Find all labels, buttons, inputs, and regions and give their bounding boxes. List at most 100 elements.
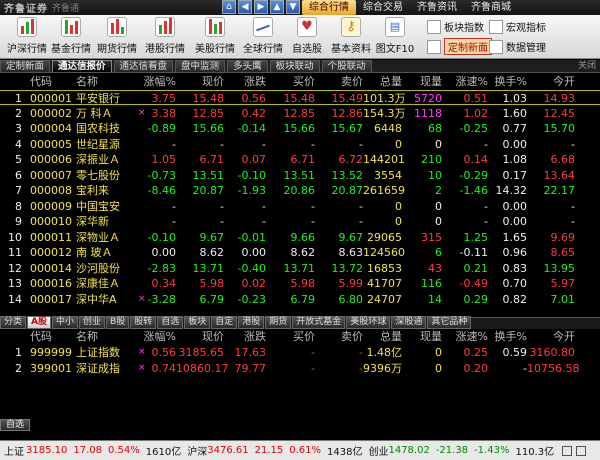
favorites-tab[interactable]: 自选	[0, 419, 30, 431]
column-header-price[interactable]: 现价	[176, 74, 224, 89]
up-icon[interactable]: ▲	[270, 0, 284, 14]
stock-code: 000014	[30, 261, 72, 275]
column-header-bid[interactable]: 买价	[266, 74, 315, 89]
tool-futures-quotes[interactable]: 期货行情	[92, 17, 142, 57]
index-header-bid[interactable]: 买价	[266, 329, 315, 344]
tab-chinext[interactable]: 创业	[79, 316, 106, 329]
stock-row[interactable]: 7 000008 宝利来 -8.46 20.87 -1.93 20.86 20.87 26165…	[0, 183, 600, 198]
stock-row[interactable]: 3 000004 国农科技 -0.89 15.66 -0.14 15.66 15.67 6448…	[0, 121, 600, 136]
tab-custom-page[interactable]: 定制新面	[0, 60, 51, 72]
stock-row[interactable]: 2 000002 万 科Ａ × 3.38 12.85 0.42 12.85 12.86 154.3…	[0, 106, 600, 121]
down-icon[interactable]: ▼	[286, 0, 300, 14]
tab-neeq[interactable]: 股转	[130, 316, 157, 329]
stock-row[interactable]: 14 000017 深中华A × -3.28 6.79 -0.23 6.79 6.80 24707…	[0, 292, 600, 307]
tool-favorites[interactable]: ♥ 自选股	[282, 17, 332, 57]
forward-icon[interactable]: ▶	[254, 0, 268, 14]
tab-custom[interactable]: 自定	[211, 316, 238, 329]
index-header-pct[interactable]: 涨幅%	[142, 329, 176, 344]
tool-basic-info[interactable]: ⚷ 基本资料	[326, 17, 376, 57]
tool-global-quotes[interactable]: 全球行情	[238, 17, 288, 57]
tab-sectors[interactable]: 板块	[184, 316, 211, 329]
menu-tab-trade[interactable]: 综合交易	[356, 0, 410, 15]
view-tabs: 定制新面 通达信报价 通达信看盘 盘中监测 多头鹰 板块联动 个股联动 关闭	[0, 60, 600, 73]
speed: 0.21	[463, 261, 489, 275]
column-header-code[interactable]: 代码	[30, 74, 52, 89]
menu-tab-quotes[interactable]: 综合行情	[302, 0, 356, 15]
home-icon[interactable]: ⌂	[222, 0, 236, 14]
stock-row[interactable]: 5 000006 深振业Ａ 1.05 6.71 0.07 6.71 6.72 144201 210…	[0, 152, 600, 167]
current-price: 3185.65	[178, 346, 225, 359]
tab-stock-linkage[interactable]: 个股联动	[321, 60, 372, 72]
status-bar: 上证 3185.10 17.08 0.54% 1610亿 沪深 3476.61 …	[0, 440, 600, 460]
stock-name: 深振业Ａ	[76, 153, 120, 166]
tab-futures[interactable]: 期货	[265, 316, 292, 329]
stock-row[interactable]: 8 000009 中国宝安 - - - - -0 0-0.00-	[0, 199, 600, 214]
sector-index-button[interactable]: 板块指数	[427, 17, 484, 36]
column-header-ask[interactable]: 卖价	[315, 74, 363, 89]
index-header-volume[interactable]: 总量	[363, 329, 402, 344]
current-price: 8.62	[199, 246, 225, 259]
row-number: 14	[8, 292, 22, 306]
index-header-name[interactable]: 名称	[76, 329, 98, 344]
tab-intraday-watch[interactable]: 盘中监测	[175, 60, 226, 72]
column-header-turnover[interactable]: 换手%	[488, 74, 527, 89]
menu-tab-news[interactable]: 齐鲁资讯	[410, 0, 464, 15]
tab-tdx-monitor[interactable]: 通达信看盘	[113, 60, 174, 72]
stock-row[interactable]: 1 000001 平安银行 3.75 15.48 0.56 15.48 15.49 101.3万…	[0, 90, 600, 105]
stock-row[interactable]: 6 000007 零七股份 -0.73 13.51 -0.10 13.51 13.52 3554…	[0, 168, 600, 183]
macro-index-button[interactable]: 宏观指标	[489, 17, 546, 36]
total-volume: 0	[395, 215, 402, 228]
tab-sz-connect[interactable]: 深股通	[391, 316, 427, 329]
stock-row[interactable]: 13 000016 深康佳Ａ 0.34 5.98 0.02 5.98 5.99 41707 116…	[0, 276, 600, 291]
index-header-open[interactable]: 今开	[527, 329, 575, 344]
tab-open-funds[interactable]: 开放式基金	[292, 316, 346, 329]
back-icon[interactable]: ◀	[238, 0, 252, 14]
pct-change: 3.75	[151, 92, 177, 105]
index-header-ask[interactable]: 卖价	[315, 329, 363, 344]
index-row[interactable]: 2 399001 深证成指 × 0.74 10860.17 79.77- -9396万 0 0.2…	[0, 361, 600, 376]
tab-a-shares[interactable]: A股	[27, 316, 51, 329]
custom-page-button[interactable]: 定制新面	[427, 37, 492, 56]
stock-row[interactable]: 11 000012 南 玻Ａ 0.00 8.62 0.00 8.62 8.63 124560 6 -…	[0, 245, 600, 260]
tool-hk-quotes[interactable]: 港股行情	[140, 17, 190, 57]
stock-row[interactable]: 4 000005 世纪星源 - - - - -0 0-0.00-	[0, 137, 600, 152]
tool-sh-sz-quotes[interactable]: 沪深行情	[2, 17, 52, 57]
column-header-pct[interactable]: 涨幅%	[142, 74, 176, 89]
tab-hk-stocks[interactable]: 港股	[238, 316, 265, 329]
tab-sector-linkage[interactable]: 板块联动	[269, 60, 320, 72]
index-header-turnover[interactable]: 换手%	[488, 329, 527, 344]
tab-bull-hawk[interactable]: 多头鹰	[227, 60, 268, 72]
column-header-change[interactable]: 涨跌	[224, 74, 266, 89]
tab-sme[interactable]: 中小	[51, 316, 78, 329]
tool-fund-quotes[interactable]: 基金行情	[46, 17, 96, 57]
index-header-price[interactable]: 现价	[176, 329, 224, 344]
index-row[interactable]: 1 999999 上证指数 × 0.56 3185.65 17.63- -1.48亿 0 0.25…	[0, 345, 600, 360]
stock-row[interactable]: 9 000010 深华新 - - - - - 0 0 - 0.00 -	[0, 214, 600, 229]
column-header-current-volume[interactable]: 现量	[402, 74, 442, 89]
column-header-speed[interactable]: 涨速%	[442, 74, 488, 89]
stock-row[interactable]: 12 000014 沙河股份 -2.83 13.71 -0.40 13.71 13.72 168…	[0, 261, 600, 276]
open-price: 13.64	[543, 168, 576, 182]
tab-us-global[interactable]: 美股环球	[346, 316, 391, 329]
menu-tab-mall[interactable]: 齐鲁商城	[464, 0, 518, 15]
column-header-open[interactable]: 今开	[527, 74, 575, 89]
close-view-button[interactable]: 关闭	[578, 60, 596, 72]
stock-name: 深中华A	[76, 292, 117, 306]
tab-category[interactable]: 分类	[0, 316, 27, 329]
tab-other[interactable]: 其它品种	[427, 316, 472, 329]
tool-f10[interactable]: ▤ 图文F10	[370, 17, 420, 57]
tab-tdx-quotes[interactable]: 通达信报价	[52, 60, 112, 72]
ask-price: 20.87	[331, 184, 364, 197]
index-header-speed[interactable]: 涨速%	[442, 329, 488, 344]
column-header-name[interactable]: 名称	[76, 74, 98, 89]
tab-favorites[interactable]: 自选	[157, 316, 184, 329]
open-price: 14.93	[543, 92, 576, 105]
data-management-button[interactable]: 数据管理	[489, 37, 546, 56]
tab-b-shares[interactable]: B股	[106, 316, 130, 329]
index-header-current-volume[interactable]: 现量	[402, 329, 442, 344]
index-header-change[interactable]: 涨跌	[224, 329, 266, 344]
tool-us-quotes[interactable]: 美股行情	[190, 17, 240, 57]
index-header-code[interactable]: 代码	[30, 329, 52, 344]
column-header-volume[interactable]: 总量	[363, 74, 402, 89]
stock-row[interactable]: 10 000011 深物业Ａ -0.10 9.67 -0.01 9.66 9.67 29065 3…	[0, 230, 600, 245]
